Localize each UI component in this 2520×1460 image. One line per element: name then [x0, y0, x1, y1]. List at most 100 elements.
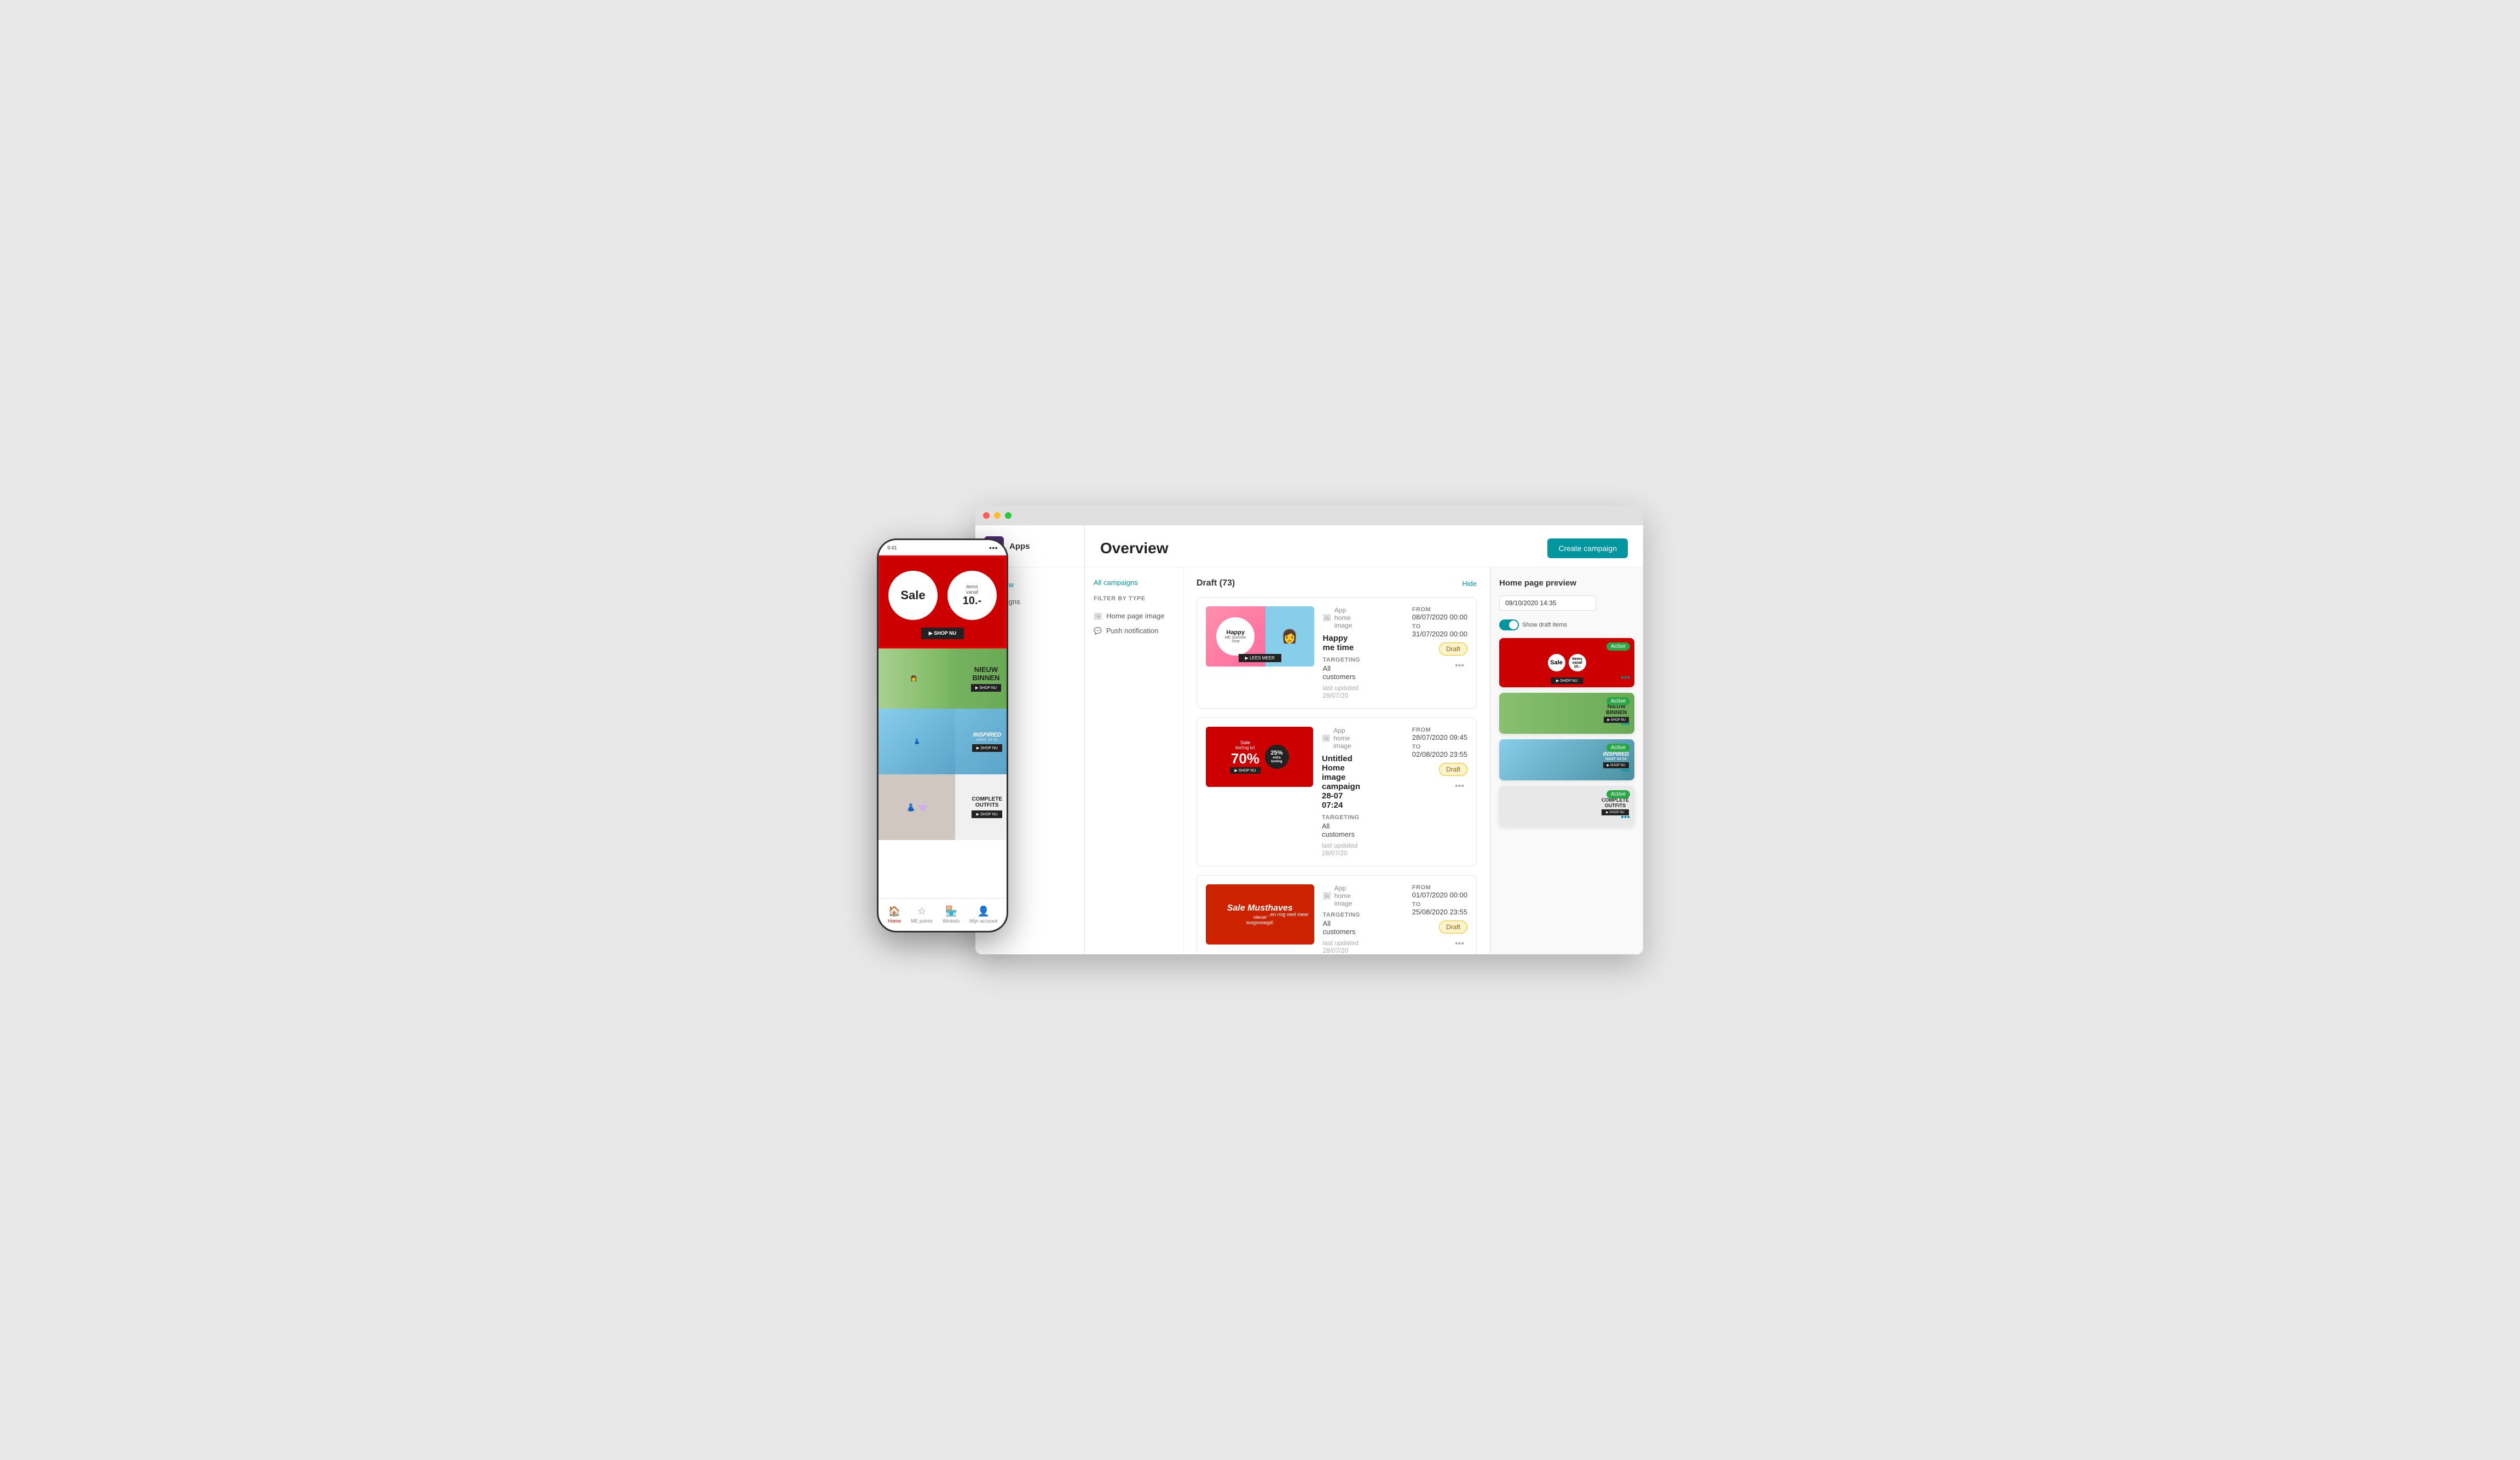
hide-link[interactable]: Hide: [1462, 580, 1477, 588]
to-date: 31/07/2020 00:00: [1412, 630, 1467, 638]
campaign-card: Sale Musthaves nieuwtoegevoegd! ...en no…: [1197, 875, 1477, 954]
preview-date-input[interactable]: [1499, 595, 1596, 611]
preview-card: INSPIRED MAAT 44-54 ▶ SHOP NU Active •••: [1499, 739, 1634, 780]
type-label: App home image: [1334, 606, 1360, 629]
home-icon: 🏠: [888, 906, 900, 917]
from-label: FROM: [1412, 727, 1467, 733]
campaign-name: Untitled Home image campaign 28-07 07:24: [1322, 754, 1360, 810]
push-filter-icon: 💬: [1094, 627, 1102, 635]
minimize-icon[interactable]: [994, 512, 1001, 519]
campaign-card: Happy ME Summer Time 👩: [1197, 597, 1477, 709]
preview-controls: [1499, 595, 1634, 611]
campaign-list: Draft (73) Hide Happy ME Summe: [1183, 567, 1490, 954]
type-icon: 🖼: [1322, 734, 1330, 742]
campaign-type: 🖼 App home image: [1323, 606, 1360, 629]
more-options-button[interactable]: •••: [1452, 938, 1467, 950]
campaign-name: Happy me time: [1323, 634, 1360, 652]
last-updated: last updated 28/07/20: [1323, 684, 1360, 699]
filter-home-page-image[interactable]: 🖼 Home page image: [1094, 609, 1174, 623]
toggle-label: Show draft items: [1522, 622, 1567, 628]
status-badge: Draft: [1439, 642, 1467, 656]
filter-push-label: Push notification: [1106, 627, 1158, 635]
to-date: 02/08/2020 23:55: [1412, 750, 1467, 758]
phone-nav-account[interactable]: 👤 Mijn account: [969, 906, 997, 924]
campaign-info: 🖼 App home image Happy me time TARGETING…: [1323, 606, 1360, 699]
person-icon: 👤: [978, 906, 990, 917]
campaign-meta: FROM 28/07/2020 09:45 TO 02/08/2020 23:5…: [1369, 727, 1467, 792]
campaign-thumbnail: Happy ME Summer Time 👩: [1206, 606, 1314, 667]
campaign-type: 🖼 App home image: [1322, 727, 1360, 750]
phone-nav-home[interactable]: 🏠 Home: [888, 906, 901, 924]
phone-nav-account-label: Mijn account: [969, 918, 997, 924]
main-area: Overview Create campaign All campaigns F…: [1085, 525, 1643, 954]
filter-push-notification[interactable]: 💬 Push notification: [1094, 623, 1174, 638]
show-draft-toggle[interactable]: [1499, 619, 1519, 630]
shop-nu-button[interactable]: ▶ SHOP NU: [921, 628, 964, 639]
maximize-icon[interactable]: [1005, 512, 1012, 519]
campaign-card: Sale korting tot 70% ▶ SHOP NU 25% extra…: [1197, 717, 1477, 866]
preview-panel: Home page preview Show draft items: [1490, 567, 1643, 954]
to-label: TO: [1412, 901, 1467, 908]
phone-nav-home-label: Home: [888, 918, 901, 924]
targeting-value: All customers: [1323, 664, 1360, 681]
filter-by-type-label: FILTER BY TYPE: [1094, 595, 1174, 602]
type-label: App home image: [1334, 884, 1360, 907]
more-options-button[interactable]: •••: [1452, 780, 1467, 792]
create-campaign-button[interactable]: Create campaign: [1547, 538, 1628, 558]
filter-panel: All campaigns FILTER BY TYPE 🖼 Home page…: [1085, 567, 1183, 954]
show-draft-toggle-container: Show draft items: [1499, 619, 1634, 630]
targeting-value: All customers: [1322, 822, 1360, 838]
browser-titlebar: [975, 506, 1643, 525]
type-icon: 🖼: [1323, 892, 1331, 900]
preview-title: Home page preview: [1499, 578, 1634, 588]
campaign-thumbnail: Sale Musthaves nieuwtoegevoegd! ...en no…: [1206, 884, 1314, 945]
all-campaigns-link[interactable]: All campaigns: [1094, 578, 1174, 587]
filter-home-label: Home page image: [1106, 612, 1164, 620]
phone-nav-me-points[interactable]: ☆ ME points: [911, 906, 933, 924]
campaign-meta: FROM 08/07/2020 00:00 TO 31/07/2020 00:0…: [1369, 606, 1467, 672]
phone-nav-me-points-label: ME points: [911, 918, 933, 924]
active-badge: Active: [1606, 790, 1630, 798]
star-icon: ☆: [917, 906, 926, 917]
active-badge: Active: [1606, 642, 1630, 651]
campaign-meta: FROM 01/07/2020 00:00 TO 25/08/2020 23:5…: [1369, 884, 1467, 950]
phone-banner-complete-outfits: 👗 👚 COMPLETE OUTFITS ▶ SHOP NU: [878, 774, 1007, 840]
phone-nav: 🏠 Home ☆ ME points 🏪 Winkels 👤 Mijn acco…: [878, 898, 1007, 931]
preview-more-button[interactable]: •••: [1621, 720, 1630, 729]
phone-banner-inspired: 👗 INSPIRED MAAT 44-54 ▶ SHOP NU: [878, 709, 1007, 774]
image-filter-icon: 🖼: [1094, 612, 1102, 620]
phone-banner-nieuw-binnen: 👩 NIEUWBINNEN ▶ SHOP NU: [878, 648, 1007, 709]
from-date: 08/07/2020 00:00: [1412, 613, 1467, 621]
type-label: App home image: [1333, 727, 1360, 750]
campaign-type: 🖼 App home image: [1323, 884, 1360, 907]
phone-status-bar: 9:41 ●●●: [878, 540, 1007, 555]
more-options-button[interactable]: •••: [1452, 660, 1467, 672]
preview-card: COMPLETE OUTFITS ▶ SHOP NU Active •••: [1499, 786, 1634, 827]
targeting-label: TARGETING: [1323, 912, 1360, 918]
campaign-info: 🖼 App home image TARGETING All customers…: [1323, 884, 1360, 954]
preview-more-button[interactable]: •••: [1621, 766, 1630, 776]
phone-mockup: 9:41 ●●● Sale itemsvanaf 10.- ▶ SH: [877, 538, 1008, 932]
main-header: Overview Create campaign: [1085, 525, 1643, 567]
last-updated: last updated 28/07/20: [1322, 842, 1360, 857]
close-icon[interactable]: [983, 512, 990, 519]
from-label: FROM: [1412, 606, 1467, 613]
preview-more-button[interactable]: •••: [1621, 813, 1630, 822]
phone-nav-winkels[interactable]: 🏪 Winkels: [943, 906, 960, 924]
browser-window: NicClan Apps Overview Campaigns Overview…: [975, 506, 1643, 954]
phone-banner-sale: Sale itemsvanaf 10.- ▶ SHOP NU: [878, 555, 1007, 648]
to-label: TO: [1412, 744, 1467, 750]
active-badge: Active: [1606, 697, 1630, 705]
type-icon: 🖼: [1323, 614, 1331, 622]
store-icon: 🏪: [945, 906, 957, 917]
targeting-value: All customers: [1323, 919, 1360, 936]
to-label: TO: [1412, 623, 1467, 630]
preview-card: Sale itemsvanaf10.- ▶ SHOP NU Active •••: [1499, 638, 1634, 687]
targeting-label: TARGETING: [1323, 657, 1360, 663]
to-date: 25/08/2020 23:55: [1412, 908, 1467, 916]
campaign-info: 🖼 App home image Untitled Home image cam…: [1322, 727, 1360, 857]
preview-more-button[interactable]: •••: [1621, 673, 1630, 683]
last-updated: last updated 28/07/20: [1323, 939, 1360, 954]
status-badge: Draft: [1439, 920, 1467, 934]
targeting-label: TARGETING: [1322, 814, 1360, 821]
